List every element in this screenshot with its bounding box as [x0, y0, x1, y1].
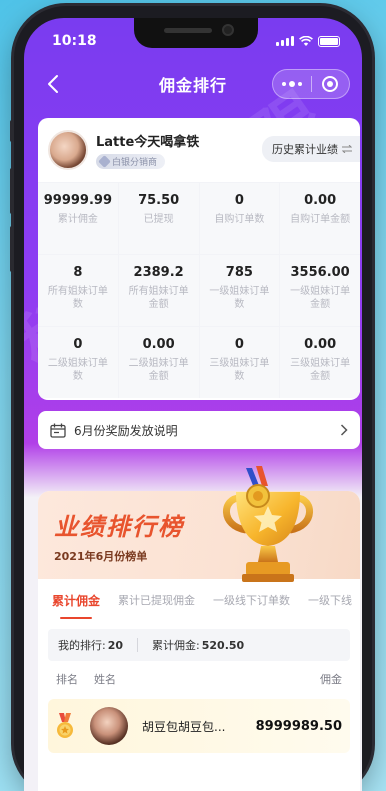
my-commission-label: 累计佣金: [152, 639, 200, 652]
gem-icon [98, 154, 111, 168]
stat-label: 二级姐妹订单金额 [128, 358, 189, 382]
column-commission: 佣金 [320, 673, 342, 686]
battery-icon [318, 35, 340, 47]
wifi-icon [299, 35, 313, 46]
phone-side-button [10, 226, 14, 272]
tab-level1-downline[interactable]: 一级下线 [308, 592, 352, 608]
my-rank-value: 20 [107, 638, 124, 652]
stat-value: 0.00 [304, 337, 337, 352]
stat-value: 3556.00 [290, 265, 350, 280]
column-name: 姓名 [94, 673, 116, 686]
reward-notice-row[interactable]: 6月份奖励发放说明 [38, 411, 360, 449]
stat-cell: 0 自购订单数 [199, 183, 280, 254]
my-commission-value: 520.50 [201, 638, 245, 652]
tab-level1-orders[interactable]: 一级线下订单数 [213, 592, 290, 608]
stat-cell: 0 三级姐妹订单数 [199, 327, 280, 398]
my-rank-label: 我的排行: [58, 639, 106, 652]
stat-label: 累计佣金 [57, 214, 98, 225]
avatar [90, 707, 128, 745]
stat-cell: 99999.99 累计佣金 [38, 183, 118, 254]
stats-grid: 99999.99 累计佣金 75.50 已提现 0 自购订单数 0.00 自购订单金额 … [38, 182, 360, 398]
trophy-icon [223, 466, 313, 582]
more-dots-icon [281, 81, 302, 87]
row-name: 胡豆包胡豆包... [142, 719, 226, 734]
stat-value: 8 [73, 265, 83, 280]
stat-cell: 75.50 已提现 [118, 183, 199, 254]
ranking-row[interactable]: 胡豆包胡豆包... 8999989.50 [48, 699, 350, 753]
history-performance-button[interactable]: 历史累计业绩 [262, 136, 360, 162]
stat-cell: 0.00 三级姐妹订单金额 [280, 327, 360, 398]
stat-label: 三级姐妹订单数 [209, 358, 270, 382]
stat-value: 0 [234, 337, 244, 352]
close-capsule-button[interactable] [312, 70, 350, 98]
stat-label: 所有姐妹订单数 [47, 286, 108, 310]
back-arrow-icon[interactable] [42, 72, 66, 96]
stat-value: 99999.99 [43, 193, 112, 208]
switch-arrows-icon [342, 145, 352, 153]
stat-cell: 0.00 自购订单金额 [280, 183, 360, 254]
user-name: Latte今天喝拿铁 [96, 134, 200, 150]
status-icons [276, 35, 340, 47]
phone-side-button [10, 120, 14, 142]
column-rank: 排名 [56, 673, 78, 686]
stats-card: Latte今天喝拿铁 白银分销商 历史累计业绩 99999.99 累计佣金 75.… [38, 118, 360, 400]
status-time: 10:18 [52, 33, 97, 49]
stat-label: 三级姐妹订单金额 [290, 358, 351, 382]
stat-label: 一级姐妹订单数 [209, 286, 270, 310]
mini-program-capsule [272, 69, 350, 99]
stat-cell: 2389.2 所有姐妹订单金额 [118, 255, 199, 326]
ranking-column-header: 排名 姓名 佣金 [38, 661, 360, 697]
notice-text: 6月份奖励发放说明 [74, 423, 178, 438]
stat-label: 所有姐妹订单金额 [128, 286, 189, 310]
stat-label: 自购订单金额 [290, 214, 351, 225]
user-info: Latte今天喝拿铁 白银分销商 [96, 131, 199, 170]
user-row: Latte今天喝拿铁 白银分销商 历史累计业绩 [38, 118, 360, 182]
tab-withdrawn-commission[interactable]: 累计已提现佣金 [118, 592, 195, 608]
stat-cell: 8 所有姐妹订单数 [38, 255, 118, 326]
app-screen: 有 技 限 科 10:18 佣金排行 Latte今天喝拿铁 [24, 18, 362, 791]
stat-cell: 0.00 二级姐妹订单金额 [118, 327, 199, 398]
ranking-tabs: 累计佣金 累计已提现佣金 一级线下订单数 一级下线 [38, 579, 360, 621]
history-button-label: 历史累计业绩 [272, 143, 338, 156]
stat-value: 785 [225, 265, 253, 280]
page-title: 佣金排行 [158, 76, 227, 95]
chevron-right-icon [340, 424, 348, 436]
phone-side-button [10, 168, 14, 214]
target-icon [322, 76, 339, 92]
avatar [48, 130, 88, 170]
stat-value: 0.00 [304, 193, 337, 208]
more-button[interactable] [273, 70, 311, 98]
stat-value: 0.00 [142, 337, 175, 352]
my-rank-bar: 我的排行: 20 累计佣金: 520.50 [48, 629, 350, 661]
level-label: 白银分销商 [112, 157, 158, 168]
level-badge: 白银分销商 [96, 153, 166, 169]
calendar-icon [50, 423, 66, 438]
stat-value: 2389.2 [133, 265, 184, 280]
stat-label: 自购订单数 [214, 214, 265, 225]
stat-value: 75.50 [138, 193, 180, 208]
signal-icon [276, 36, 294, 46]
stat-value: 0 [73, 337, 83, 352]
stat-cell: 785 一级姐妹订单数 [199, 255, 280, 326]
tab-total-commission[interactable]: 累计佣金 [52, 592, 100, 619]
nav-bar: 佣金排行 [24, 66, 362, 102]
status-bar: 10:18 [52, 32, 340, 50]
row-amount: 8999989.50 [255, 718, 342, 734]
gold-medal-icon [57, 713, 73, 738]
stat-label: 二级姐妹订单数 [47, 358, 108, 382]
stat-cell: 0 二级姐妹订单数 [38, 327, 118, 398]
stat-value: 0 [234, 193, 244, 208]
stat-label: 一级姐妹订单金额 [290, 286, 351, 310]
stat-label: 已提现 [143, 214, 174, 225]
stat-cell: 3556.00 一级姐妹订单金额 [280, 255, 360, 326]
